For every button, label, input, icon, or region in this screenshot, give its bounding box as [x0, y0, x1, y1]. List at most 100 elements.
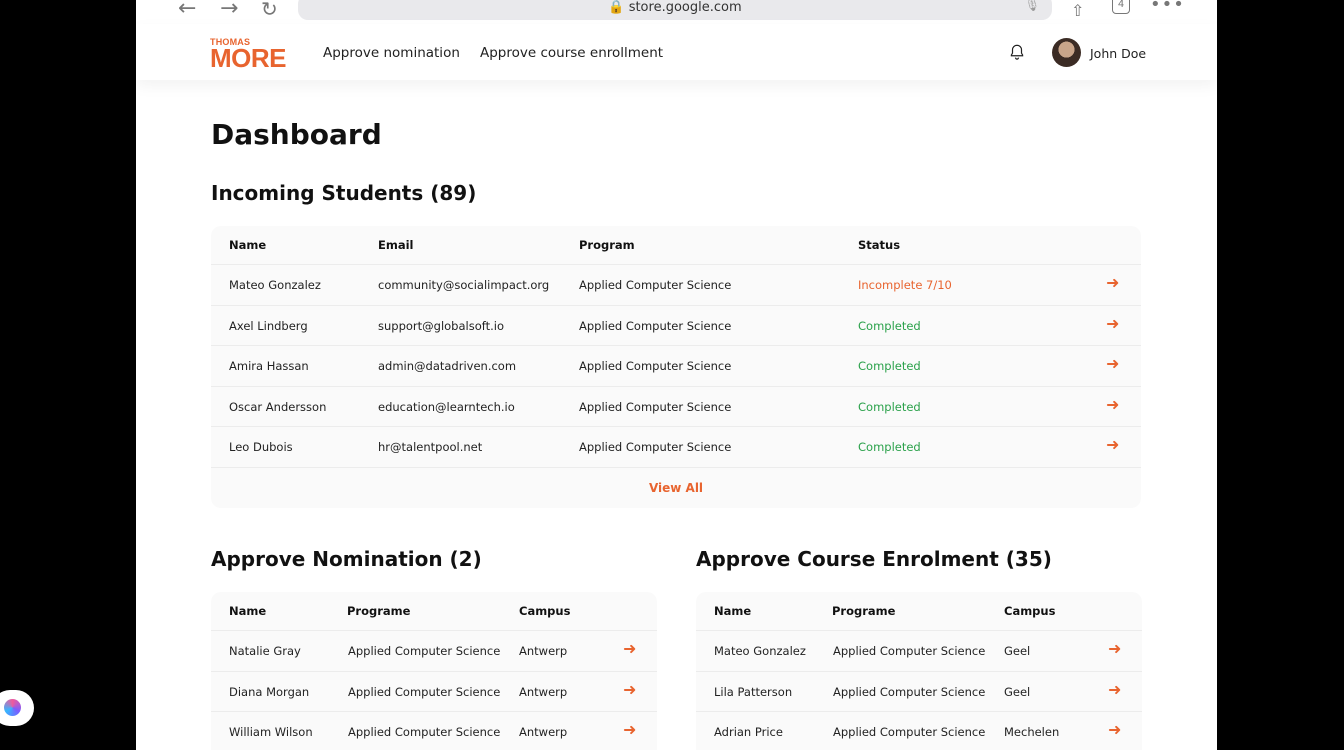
- column-header-campus: Campus: [1004, 604, 1056, 618]
- approve-course-enrolment-table: Name Programe Campus Mateo Gonzalez Appl…: [696, 592, 1142, 750]
- status-text: Completed: [858, 318, 921, 333]
- reload-icon[interactable]: ↻: [261, 0, 278, 20]
- table-row[interactable]: William Wilson Applied Computer Science …: [211, 711, 657, 750]
- tabs-icon[interactable]: 4: [1112, 0, 1130, 14]
- arrow-right-icon[interactable]: ➜: [623, 680, 636, 699]
- enrollee-campus: Mechelen: [1004, 725, 1060, 739]
- student-email: community@socialimpact.org: [378, 278, 550, 292]
- arrow-right-icon[interactable]: ➜: [1106, 395, 1119, 414]
- notification-bell-icon[interactable]: [1008, 43, 1026, 61]
- approve-nomination-title: Approve Nomination (2): [211, 547, 482, 571]
- column-header-email: Email: [378, 238, 414, 252]
- status-text: Completed: [858, 359, 921, 373]
- student-program: Applied Computer Science: [579, 440, 732, 454]
- arrow-right-icon[interactable]: ➜: [1106, 355, 1119, 373]
- column-header-name: Name: [229, 238, 267, 252]
- student-email: support@globalsoft.io: [378, 318, 504, 333]
- user-name[interactable]: John Doe: [1090, 46, 1146, 61]
- url-text: 🔒 store.google.com: [608, 0, 742, 15]
- nominee-name: Natalie Gray: [229, 644, 301, 658]
- nominee-campus: Antwerp: [519, 725, 568, 739]
- assistant-widget[interactable]: [0, 690, 34, 726]
- student-email: admin@datadriven.com: [378, 359, 517, 373]
- status-text: Incomplete 7/10: [858, 278, 952, 292]
- student-name: Leo Dubois: [229, 440, 293, 454]
- nominee-program: Applied Computer Science: [348, 725, 501, 739]
- table-row[interactable]: Mateo Gonzalez Applied Computer Science …: [696, 630, 1142, 671]
- column-header-name: Name: [229, 604, 267, 618]
- approve-nomination-table: Name Programe Campus Natalie Gray Applie…: [211, 592, 657, 750]
- nominee-program: Applied Computer Science: [348, 644, 501, 658]
- arrow-right-icon[interactable]: ➜: [1106, 436, 1119, 454]
- enrollee-name: Lila Patterson: [714, 684, 793, 699]
- student-program: Applied Computer Science: [579, 278, 732, 292]
- nominee-campus: Antwerp: [519, 684, 568, 699]
- share-icon[interactable]: ⇧: [1071, 0, 1084, 22]
- nominee-campus: Antwerp: [519, 644, 568, 658]
- nominee-name: William Wilson: [229, 725, 313, 739]
- arrow-right-icon[interactable]: ➜: [1108, 680, 1121, 699]
- address-bar[interactable]: 🔒 store.google.com 🎙: [298, 0, 1052, 20]
- logo-text-big: MORE: [210, 43, 287, 73]
- more-icon[interactable]: •••: [1150, 0, 1185, 16]
- student-program: Applied Computer Science: [579, 359, 732, 373]
- arrow-right-icon[interactable]: ➜: [623, 721, 636, 739]
- enrollee-campus: Geel: [1004, 644, 1031, 658]
- table-row[interactable]: Adrian Price Applied Computer Science Me…: [696, 711, 1142, 750]
- nominee-program: Applied Computer Science: [348, 684, 501, 699]
- enrollee-program: Applied Computer Science: [833, 684, 986, 699]
- column-header-name: Name: [714, 604, 752, 618]
- enrollee-campus: Geel: [1004, 684, 1031, 699]
- incoming-students-table: Name Email Program Status Mateo Gonzalez…: [211, 226, 1141, 508]
- app-header: THOMAS MORE Approve nomination Approve c…: [136, 24, 1217, 80]
- column-header-programe: Programe: [832, 604, 896, 618]
- table-row[interactable]: Axel Lindberg support@globalsoft.io Appl…: [211, 304, 1141, 346]
- arrow-right-icon[interactable]: ➜: [1108, 721, 1121, 739]
- back-arrow-icon[interactable]: ←: [178, 0, 196, 20]
- app-screen: ← → ↻ 🔒 store.google.com 🎙 ⇧ 4 ••• THOMA…: [136, 0, 1217, 750]
- brain-icon: [4, 699, 21, 716]
- nav-approve-course-enrollment[interactable]: Approve course enrollment: [480, 45, 663, 61]
- incoming-students-title: Incoming Students (89): [211, 181, 477, 205]
- forward-arrow-icon[interactable]: →: [220, 0, 238, 20]
- student-email: hr@talentpool.net: [378, 440, 483, 454]
- student-name: Oscar Andersson: [229, 399, 327, 414]
- table-row[interactable]: Oscar Andersson education@learntech.io A…: [211, 385, 1141, 427]
- enrollee-program: Applied Computer Science: [833, 644, 986, 658]
- table-row[interactable]: Lila Patterson Applied Computer Science …: [696, 670, 1142, 712]
- enrollee-name: Adrian Price: [714, 725, 783, 739]
- table-row[interactable]: Amira Hassan admin@datadriven.com Applie…: [211, 345, 1141, 386]
- browser-toolbar: ← → ↻ 🔒 store.google.com 🎙 ⇧ 4 •••: [136, 0, 1217, 24]
- view-all-link[interactable]: View All: [211, 481, 1141, 495]
- table-row[interactable]: Mateo Gonzalez community@socialimpact.or…: [211, 264, 1141, 305]
- student-name: Axel Lindberg: [229, 318, 308, 333]
- avatar[interactable]: [1052, 38, 1081, 67]
- view-all-row: View All: [211, 466, 1141, 508]
- table-row[interactable]: Leo Dubois hr@talentpool.net Applied Com…: [211, 426, 1141, 467]
- enrollee-name: Mateo Gonzalez: [714, 644, 806, 658]
- approve-course-enrolment-title: Approve Course Enrolment (35): [696, 547, 1052, 571]
- arrow-right-icon[interactable]: ➜: [1108, 640, 1121, 658]
- arrow-right-icon[interactable]: ➜: [1106, 274, 1119, 292]
- page-title: Dashboard: [211, 118, 382, 151]
- column-header-campus: Campus: [519, 604, 571, 618]
- column-header-programe: Programe: [347, 604, 411, 618]
- microphone-icon[interactable]: 🎙: [1025, 0, 1040, 12]
- thomas-more-logo[interactable]: THOMAS MORE: [210, 38, 287, 73]
- table-row[interactable]: Diana Morgan Applied Computer Science An…: [211, 670, 657, 712]
- column-header-status: Status: [858, 238, 901, 252]
- student-name: Mateo Gonzalez: [229, 278, 321, 292]
- table-row[interactable]: Natalie Gray Applied Computer Science An…: [211, 630, 657, 671]
- student-email: education@learntech.io: [378, 399, 515, 414]
- enrollee-program: Applied Computer Science: [833, 725, 986, 739]
- student-program: Applied Computer Science: [579, 318, 732, 333]
- status-text: Completed: [858, 440, 921, 454]
- student-name: Amira Hassan: [229, 359, 309, 373]
- url-value: store.google.com: [628, 0, 742, 15]
- nominee-name: Diana Morgan: [229, 684, 310, 699]
- arrow-right-icon[interactable]: ➜: [623, 640, 636, 658]
- nav-approve-nomination[interactable]: Approve nomination: [323, 45, 460, 61]
- student-program: Applied Computer Science: [579, 399, 732, 414]
- status-text: Completed: [858, 399, 921, 414]
- arrow-right-icon[interactable]: ➜: [1106, 314, 1119, 333]
